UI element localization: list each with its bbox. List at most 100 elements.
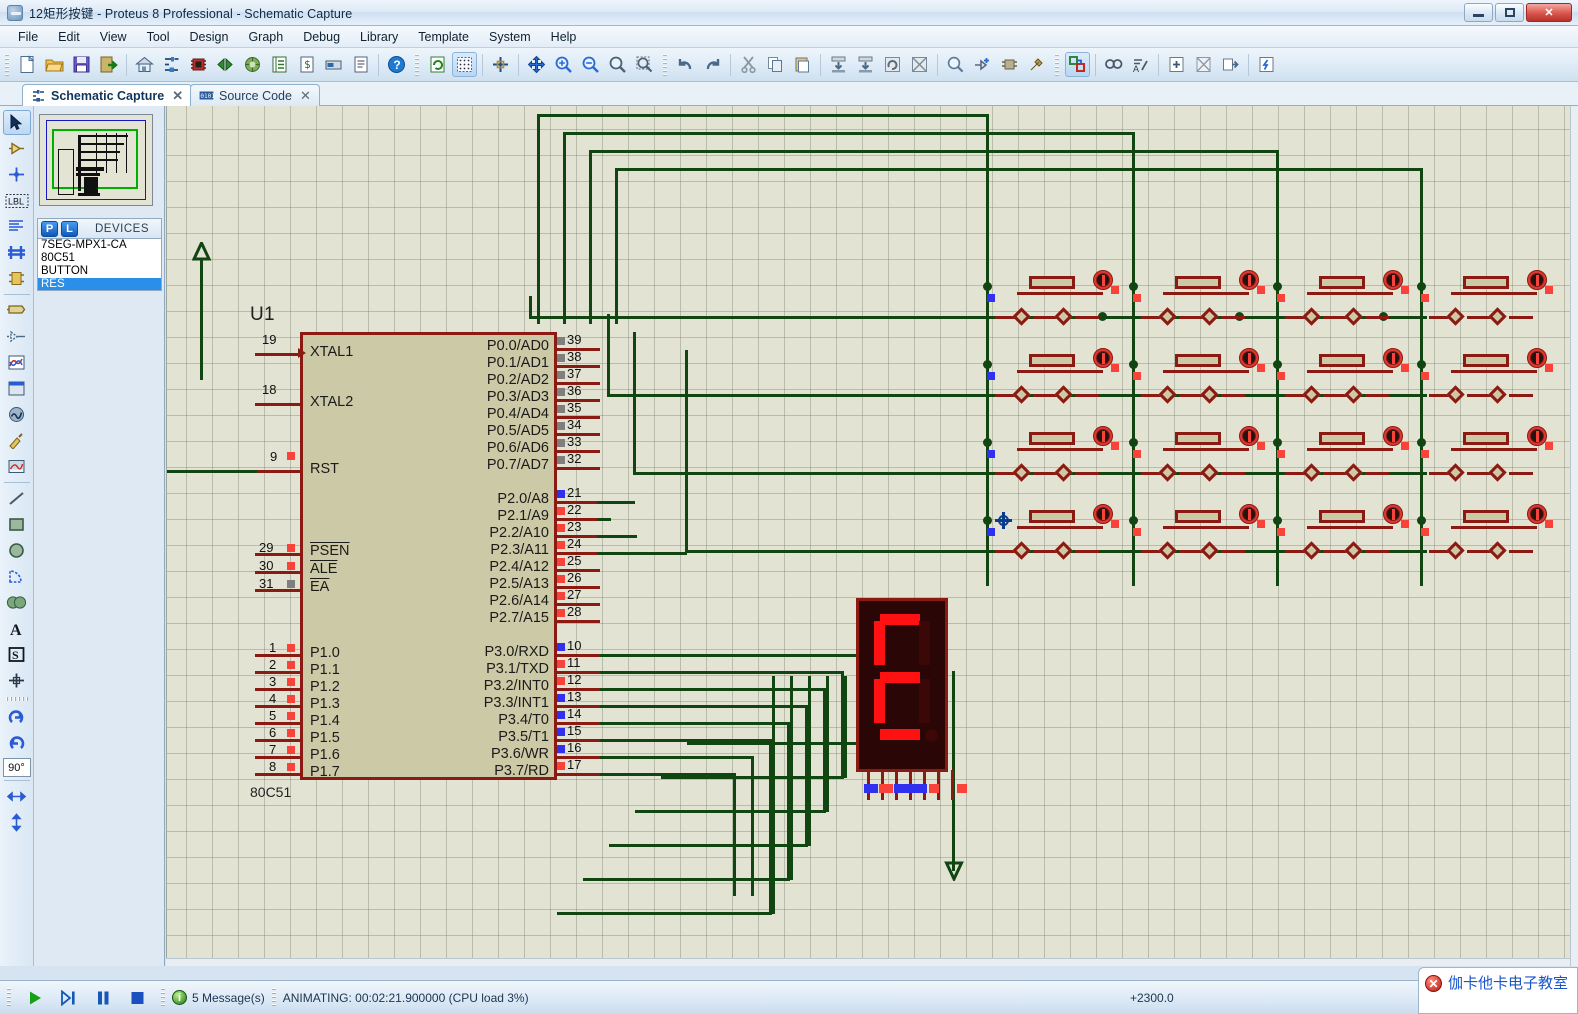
symbol-tool-icon[interactable]: S: [3, 642, 31, 667]
help-icon[interactable]: ?: [384, 52, 409, 77]
switch-lead[interactable]: [1365, 550, 1389, 553]
block-delete-icon[interactable]: [907, 52, 932, 77]
paste-icon[interactable]: [790, 52, 815, 77]
resistor-lead[interactable]: [1163, 448, 1249, 451]
text-tool-icon[interactable]: A: [3, 616, 31, 641]
origin-icon[interactable]: [488, 52, 513, 77]
menu-help[interactable]: Help: [541, 28, 587, 46]
wire-segment[interactable]: [563, 132, 1135, 135]
wire-segment[interactable]: [589, 150, 1279, 153]
wire-segment[interactable]: [607, 314, 610, 396]
matrix-cell-r2c4[interactable]: [1421, 348, 1555, 404]
resistor-body[interactable]: [1029, 432, 1075, 445]
switch-terminal[interactable]: [1200, 463, 1219, 482]
resistor-body[interactable]: [1175, 276, 1221, 289]
junction-dot[interactable]: [1129, 360, 1138, 369]
mirror-horizontal-icon[interactable]: [3, 784, 31, 809]
remove-sheet-icon[interactable]: [1191, 52, 1216, 77]
wire-segment[interactable]: [615, 168, 1423, 171]
resistor-lead[interactable]: [1017, 292, 1103, 295]
matrix-cell-r3c2[interactable]: [1133, 426, 1267, 482]
resistor-lead[interactable]: [1307, 448, 1393, 451]
pick-device-icon[interactable]: [943, 52, 968, 77]
junction-dot[interactable]: [1273, 282, 1282, 291]
pin-lead[interactable]: [255, 353, 303, 356]
pin-lead[interactable]: [255, 739, 303, 742]
marker-tool-icon[interactable]: [3, 668, 31, 693]
wire-segment[interactable]: [607, 394, 991, 397]
junction-dot[interactable]: [1129, 282, 1138, 291]
selection-arrow-icon[interactable]: [2, 110, 31, 135]
step-button[interactable]: [52, 985, 86, 1011]
circle-tool-icon[interactable]: [3, 538, 31, 563]
wire-seg-b[interactable]: [600, 671, 844, 674]
wire-to-display[interactable]: [808, 676, 811, 846]
pause-button[interactable]: [86, 985, 120, 1011]
close-icon[interactable]: ✕: [172, 88, 183, 104]
resistor-lead[interactable]: [1017, 370, 1103, 373]
wire-segment[interactable]: [563, 132, 566, 324]
resistor-lead[interactable]: [1307, 526, 1393, 529]
wire-seg-d[interactable]: [609, 844, 808, 847]
switch-terminal[interactable]: [1344, 463, 1363, 482]
matrix-cell-r4c2[interactable]: [1133, 504, 1267, 560]
wire-seg-g[interactable]: [751, 756, 754, 896]
rotate-ccw-icon[interactable]: [3, 731, 31, 756]
library-button[interactable]: L: [61, 220, 78, 237]
wire-segment[interactable]: [685, 550, 991, 553]
switch-lead[interactable]: [1221, 394, 1245, 397]
zoom-out-icon[interactable]: [578, 52, 603, 77]
wire-col-4[interactable]: [1420, 286, 1423, 586]
matrix-cell-r3c3[interactable]: [1277, 426, 1411, 482]
switch-lead[interactable]: [1365, 316, 1389, 319]
decompose-icon[interactable]: [1024, 52, 1049, 77]
resistor-lead[interactable]: [1017, 448, 1103, 451]
make-device-icon[interactable]: [970, 52, 995, 77]
junction-dot[interactable]: [1273, 360, 1282, 369]
wire-segment[interactable]: [537, 114, 989, 117]
wire-col-1[interactable]: [986, 286, 989, 586]
button-actuator[interactable]: [1093, 270, 1113, 290]
switch-lead[interactable]: [1221, 472, 1245, 475]
switch-terminal[interactable]: [1302, 463, 1321, 482]
wire-seg-a[interactable]: [600, 654, 862, 657]
wire-seg-dp[interactable]: [733, 773, 736, 896]
resistor-body[interactable]: [1319, 354, 1365, 367]
display-pin[interactable]: [951, 770, 954, 800]
switch-lead[interactable]: [1509, 472, 1533, 475]
junction-dot[interactable]: [1273, 438, 1282, 447]
pick-device-button[interactable]: P: [41, 220, 58, 237]
junction-dot[interactable]: [1273, 516, 1282, 525]
messages-count[interactable]: 5 Message(s): [192, 991, 265, 1005]
wire-seg-d[interactable]: [600, 705, 808, 708]
seven-segment-display[interactable]: [856, 598, 948, 772]
undo-icon[interactable]: [673, 52, 698, 77]
switch-terminal[interactable]: [1488, 307, 1507, 326]
wire-seg-c[interactable]: [635, 810, 826, 813]
devices-list[interactable]: 7SEG-MPX1-CA 80C51 BUTTON RES: [37, 239, 162, 291]
switch-terminal[interactable]: [1158, 307, 1177, 326]
wire-segment[interactable]: [167, 470, 257, 473]
text-script-icon[interactable]: [3, 214, 31, 239]
pin-lead[interactable]: [255, 705, 303, 708]
resistor-body[interactable]: [1029, 354, 1075, 367]
pin-lead[interactable]: [255, 470, 303, 473]
switch-terminal[interactable]: [1012, 463, 1031, 482]
wire-segment[interactable]: [597, 552, 687, 555]
rotation-angle-input[interactable]: 90°: [2, 758, 31, 777]
resistor-body[interactable]: [1463, 510, 1509, 523]
switch-lead[interactable]: [1075, 316, 1099, 319]
junction-dot[interactable]: [1417, 360, 1426, 369]
switch-lead[interactable]: [1221, 316, 1245, 319]
generator-icon[interactable]: [3, 402, 31, 427]
wire-seg-f[interactable]: [600, 739, 772, 742]
button-actuator[interactable]: [1093, 426, 1113, 446]
switch-lead[interactable]: [1221, 550, 1245, 553]
resistor-body[interactable]: [1463, 276, 1509, 289]
search-tag-icon[interactable]: [1101, 52, 1126, 77]
pcb-layout-icon[interactable]: [186, 52, 211, 77]
switch-terminal[interactable]: [1344, 385, 1363, 404]
toolbar-grip[interactable]: [663, 53, 667, 76]
resistor-body[interactable]: [1175, 354, 1221, 367]
wire-segment[interactable]: [597, 518, 611, 521]
